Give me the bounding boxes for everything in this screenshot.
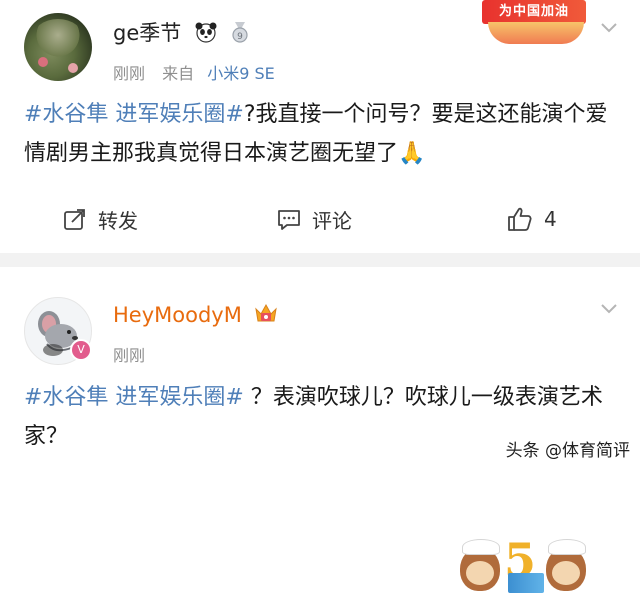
event-badge-text: 为中国加油: [482, 0, 586, 24]
avatar-flower-shape: [68, 63, 78, 73]
post-divider: [0, 253, 640, 267]
city-skyline-shape: [508, 573, 544, 593]
action-bar: 转发 评论 4: [0, 198, 640, 242]
anniversary-badge[interactable]: 5: [460, 533, 588, 595]
vip-badge: V: [70, 339, 92, 361]
like-button[interactable]: 4: [506, 204, 557, 234]
avatar[interactable]: [24, 13, 92, 81]
post-time: 刚刚: [113, 64, 146, 83]
avatar-tree-shape: [32, 19, 84, 59]
svg-text:9: 9: [237, 32, 243, 42]
avatar-flower-shape: [38, 57, 48, 67]
post-meta: 刚刚 来自 小米9 SE: [113, 60, 275, 84]
event-badge-ribbon: [488, 22, 584, 44]
post-meta: 刚刚: [113, 342, 145, 366]
comment-button[interactable]: 评论: [276, 204, 352, 234]
chef-hat-shape: [462, 539, 500, 555]
watermark: 头条 @体育简评: [505, 441, 630, 461]
thumbs-up-icon: [508, 207, 532, 231]
chipmunk-figure: [460, 539, 500, 591]
event-badge[interactable]: 为中国加油: [482, 0, 592, 48]
repost-icon: [64, 209, 85, 230]
chipmunk-figure: [546, 539, 586, 591]
comment-icon: [278, 210, 300, 230]
source-prefix: 来自: [162, 64, 195, 83]
crown-icon: [254, 303, 277, 322]
username[interactable]: ge季节 9: [113, 17, 251, 47]
post-text: #水谷隼 进军娱乐圈#?我直接一个问号？要是这还能演个爱情剧男主那我真觉得日本演…: [24, 95, 624, 173]
repost-button[interactable]: 转发: [62, 204, 138, 234]
hashtag-link[interactable]: #水谷隼 进军娱乐圈#: [24, 102, 244, 127]
repost-label: 转发: [98, 208, 138, 233]
chipmunk-face-shape: [552, 561, 580, 585]
panda-icon: [195, 22, 217, 43]
chevron-down-icon[interactable]: [598, 297, 620, 319]
like-count: 4: [544, 207, 557, 231]
medal-icon: 9: [232, 22, 248, 43]
hashtag-link[interactable]: #水谷隼 进军娱乐圈#: [24, 385, 244, 410]
comment-label: 评论: [312, 208, 352, 233]
chef-hat-shape: [548, 539, 586, 555]
post-card: ge季节 9 刚刚 来自 小米9 SE 为中国加油 #水谷隼 进军娱乐圈#?我直…: [0, 0, 640, 253]
device-link[interactable]: 小米9 SE: [207, 64, 275, 83]
post-time: 刚刚: [113, 346, 146, 365]
username[interactable]: HeyMoodyM: [113, 301, 279, 327]
chipmunk-face-shape: [466, 561, 494, 585]
chevron-down-icon[interactable]: [598, 16, 620, 38]
